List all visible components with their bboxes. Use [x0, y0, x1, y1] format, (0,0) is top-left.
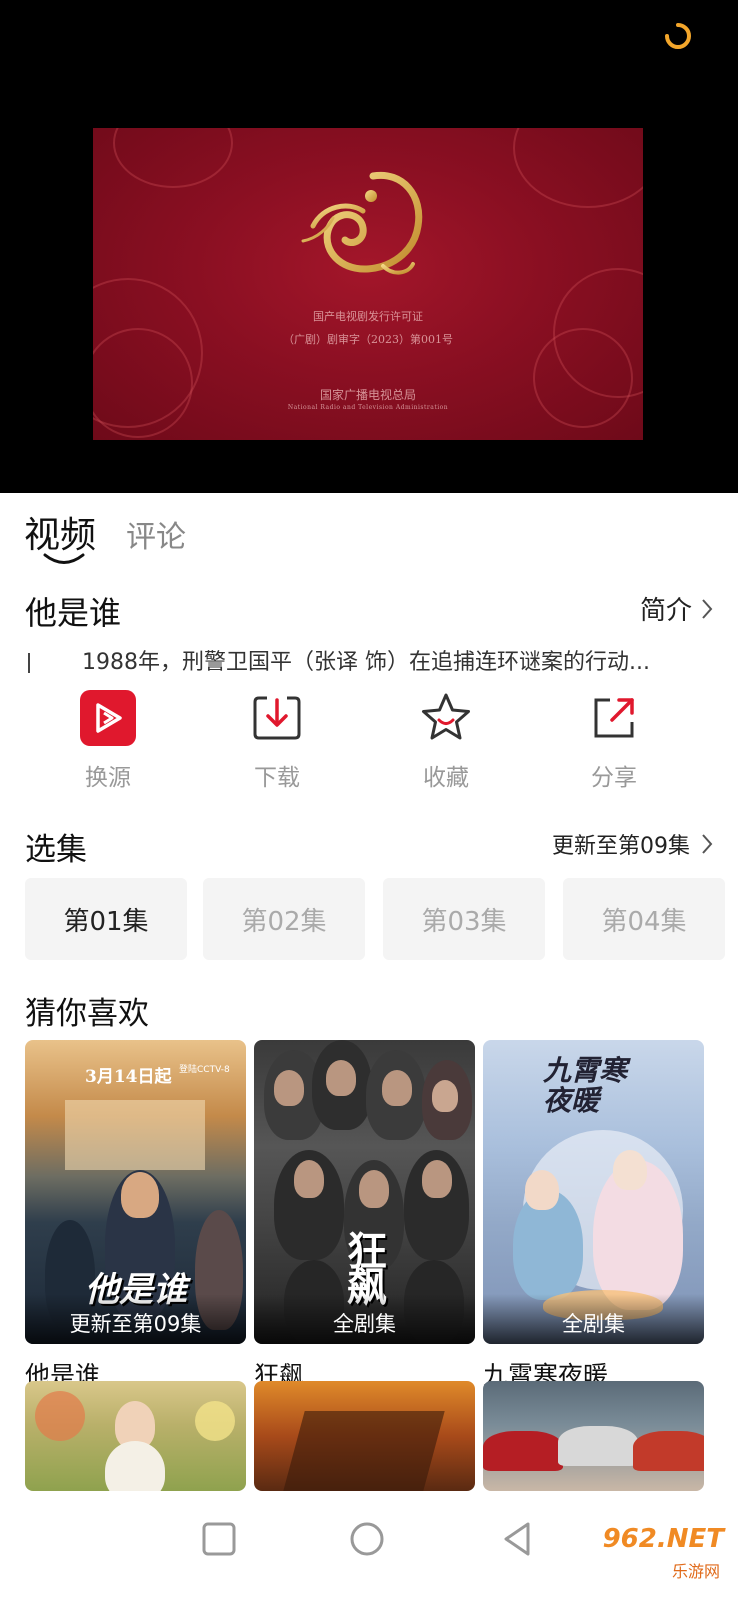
description-marker [28, 653, 30, 673]
license-org-en: National Radio and Television Administra… [287, 404, 449, 411]
license-title: 国产电视剧发行许可证 [313, 310, 423, 323]
license-org: 国家广播电视总局 [319, 388, 416, 402]
update-badge: 全剧集 [254, 1294, 475, 1344]
action-label: 分享 [591, 765, 637, 791]
poster-image [483, 1381, 704, 1491]
episode-list: 第01集 第02集 第03集 第04集 [25, 878, 738, 960]
episodes-update-text: 更新至第09集 [552, 834, 690, 859]
video-player[interactable]: 国产电视剧发行许可证 （广剧）剧审字（2023）第001号 国家广播电视总局 N… [0, 0, 738, 493]
chevron-right-icon [702, 598, 713, 619]
update-badge: 更新至第09集 [25, 1294, 246, 1344]
description-text: 1988年，刑警卫国平（张译 饰）在追捕连环谜案的行动... [82, 650, 650, 675]
recommend-card[interactable] [25, 1381, 246, 1491]
episodes-title: 选集 [25, 832, 87, 868]
poster-image [25, 1381, 246, 1491]
action-label: 收藏 [423, 765, 469, 791]
episode-button[interactable]: 第01集 [25, 878, 187, 960]
download-button[interactable]: 下载 [222, 690, 332, 792]
tab-video[interactable]: 视频 [24, 506, 96, 558]
switch-source-button[interactable]: 换源 [53, 690, 163, 792]
share-button[interactable]: 分享 [559, 690, 669, 792]
show-title: 他是谁 [25, 594, 122, 632]
recommend-title: 猜你喜欢 [25, 996, 149, 1032]
home-icon[interactable] [344, 1516, 390, 1562]
episodes-update-link[interactable]: 更新至第09集 [552, 828, 714, 860]
poster-image [254, 1381, 475, 1491]
source-switch-icon [80, 690, 136, 746]
video-frame: 国产电视剧发行许可证 （广剧）剧审字（2023）第001号 国家广播电视总局 N… [93, 128, 643, 440]
watermark-brand: 962.NET [602, 1524, 724, 1554]
recommend-card[interactable] [483, 1381, 704, 1491]
intro-label: 简介 [639, 596, 692, 626]
poster-channel: 登陆CCTV-8 [179, 1065, 230, 1075]
recommend-card[interactable] [254, 1381, 475, 1491]
poster-image: 3月14日起 登陆CCTV-8 他是谁 更新至第09集 [25, 1040, 246, 1344]
emblem-icon [301, 171, 423, 275]
episode-button[interactable]: 第03集 [383, 878, 545, 960]
tab-comment[interactable]: 评论 [126, 512, 186, 556]
recommend-card[interactable]: 九霄寒夜暖 全剧集 九霄寒夜暖 [483, 1040, 704, 1392]
action-bar: 换源 下载 收藏 分享 [0, 690, 738, 792]
star-icon [422, 693, 470, 740]
watermark-sub: 乐游网 [671, 1562, 720, 1581]
action-label: 换源 [85, 765, 131, 791]
poster-date: 3月14日起 [85, 1067, 172, 1087]
recommend-card[interactable]: 狂飙 全剧集 狂飙 [254, 1040, 475, 1392]
favorite-button[interactable]: 收藏 [391, 690, 501, 792]
poster-image: 狂飙 全剧集 [254, 1040, 475, 1344]
episode-button[interactable]: 第04集 [563, 878, 725, 960]
back-icon[interactable] [494, 1516, 540, 1562]
chevron-right-icon [702, 834, 713, 854]
update-badge: 全剧集 [483, 1294, 704, 1344]
watermark-logo: 962.NET 乐游网 [584, 1524, 724, 1584]
poster-title: 九霄寒夜暖 [543, 1054, 628, 1117]
download-icon [253, 696, 301, 740]
poster-image: 九霄寒夜暖 全剧集 [483, 1040, 704, 1344]
show-description[interactable]: 1988年，刑警卫国平（张译 饰）在追捕连环谜案的行动... [28, 644, 714, 676]
recent-apps-icon[interactable] [196, 1516, 242, 1562]
share-icon [594, 698, 634, 738]
action-label: 下载 [254, 765, 300, 791]
recommend-card[interactable]: 3月14日起 登陆CCTV-8 他是谁 更新至第09集 他是谁 [25, 1040, 246, 1392]
loading-spinner-icon [665, 23, 691, 49]
intro-link[interactable]: 简介 [640, 590, 714, 627]
license-number: （广剧）剧审字（2023）第001号 [283, 333, 453, 346]
active-tab-indicator [43, 553, 85, 564]
poster-title: 狂飙 [340, 1230, 386, 1302]
episode-button[interactable]: 第02集 [203, 878, 365, 960]
